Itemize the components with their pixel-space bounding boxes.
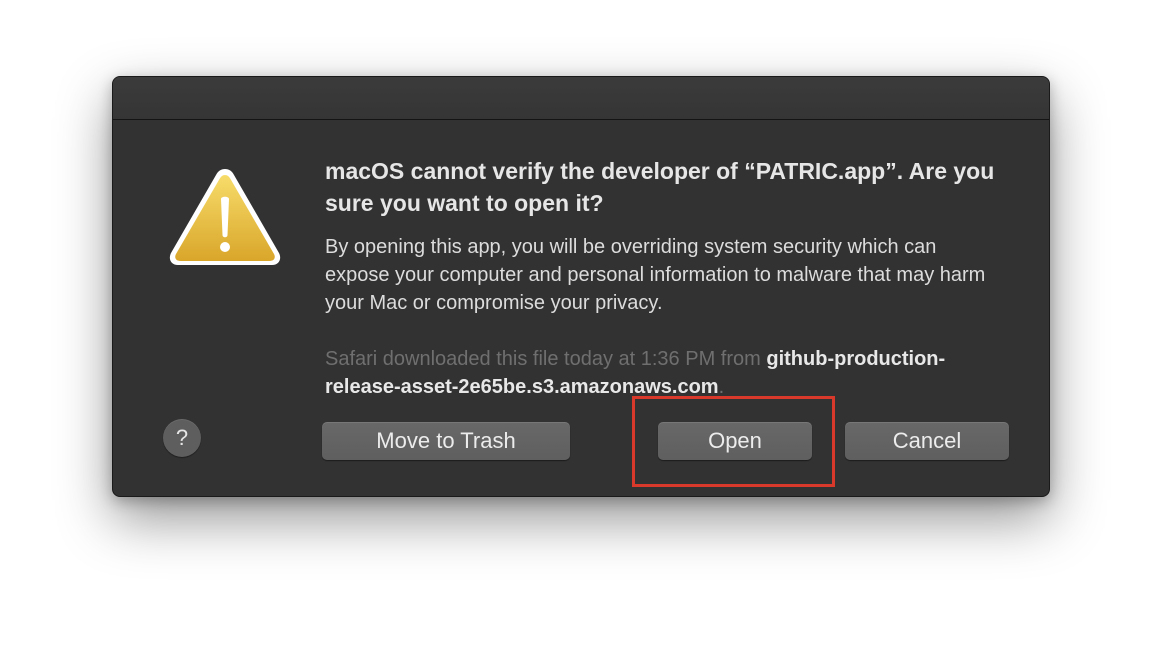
warning-triangle-icon: [169, 169, 281, 265]
move-to-trash-button[interactable]: Move to Trash: [322, 422, 570, 460]
dialog-message: By opening this app, you will be overrid…: [325, 236, 986, 314]
download-source-suffix: .: [718, 376, 725, 398]
open-button[interactable]: Open: [658, 422, 812, 460]
security-alert-dialog: macOS cannot verify the developer of “PA…: [112, 76, 1050, 497]
download-source-text: Safari downloaded this file today at 1:3…: [325, 345, 965, 401]
help-button[interactable]: ?: [163, 419, 201, 457]
download-source-prefix: Safari downloaded this file today at 1:3…: [325, 348, 767, 370]
dialog-title: macOS cannot verify the developer of “PA…: [325, 158, 995, 216]
cancel-button[interactable]: Cancel: [845, 422, 1009, 460]
dialog-titlebar: [113, 77, 1049, 120]
